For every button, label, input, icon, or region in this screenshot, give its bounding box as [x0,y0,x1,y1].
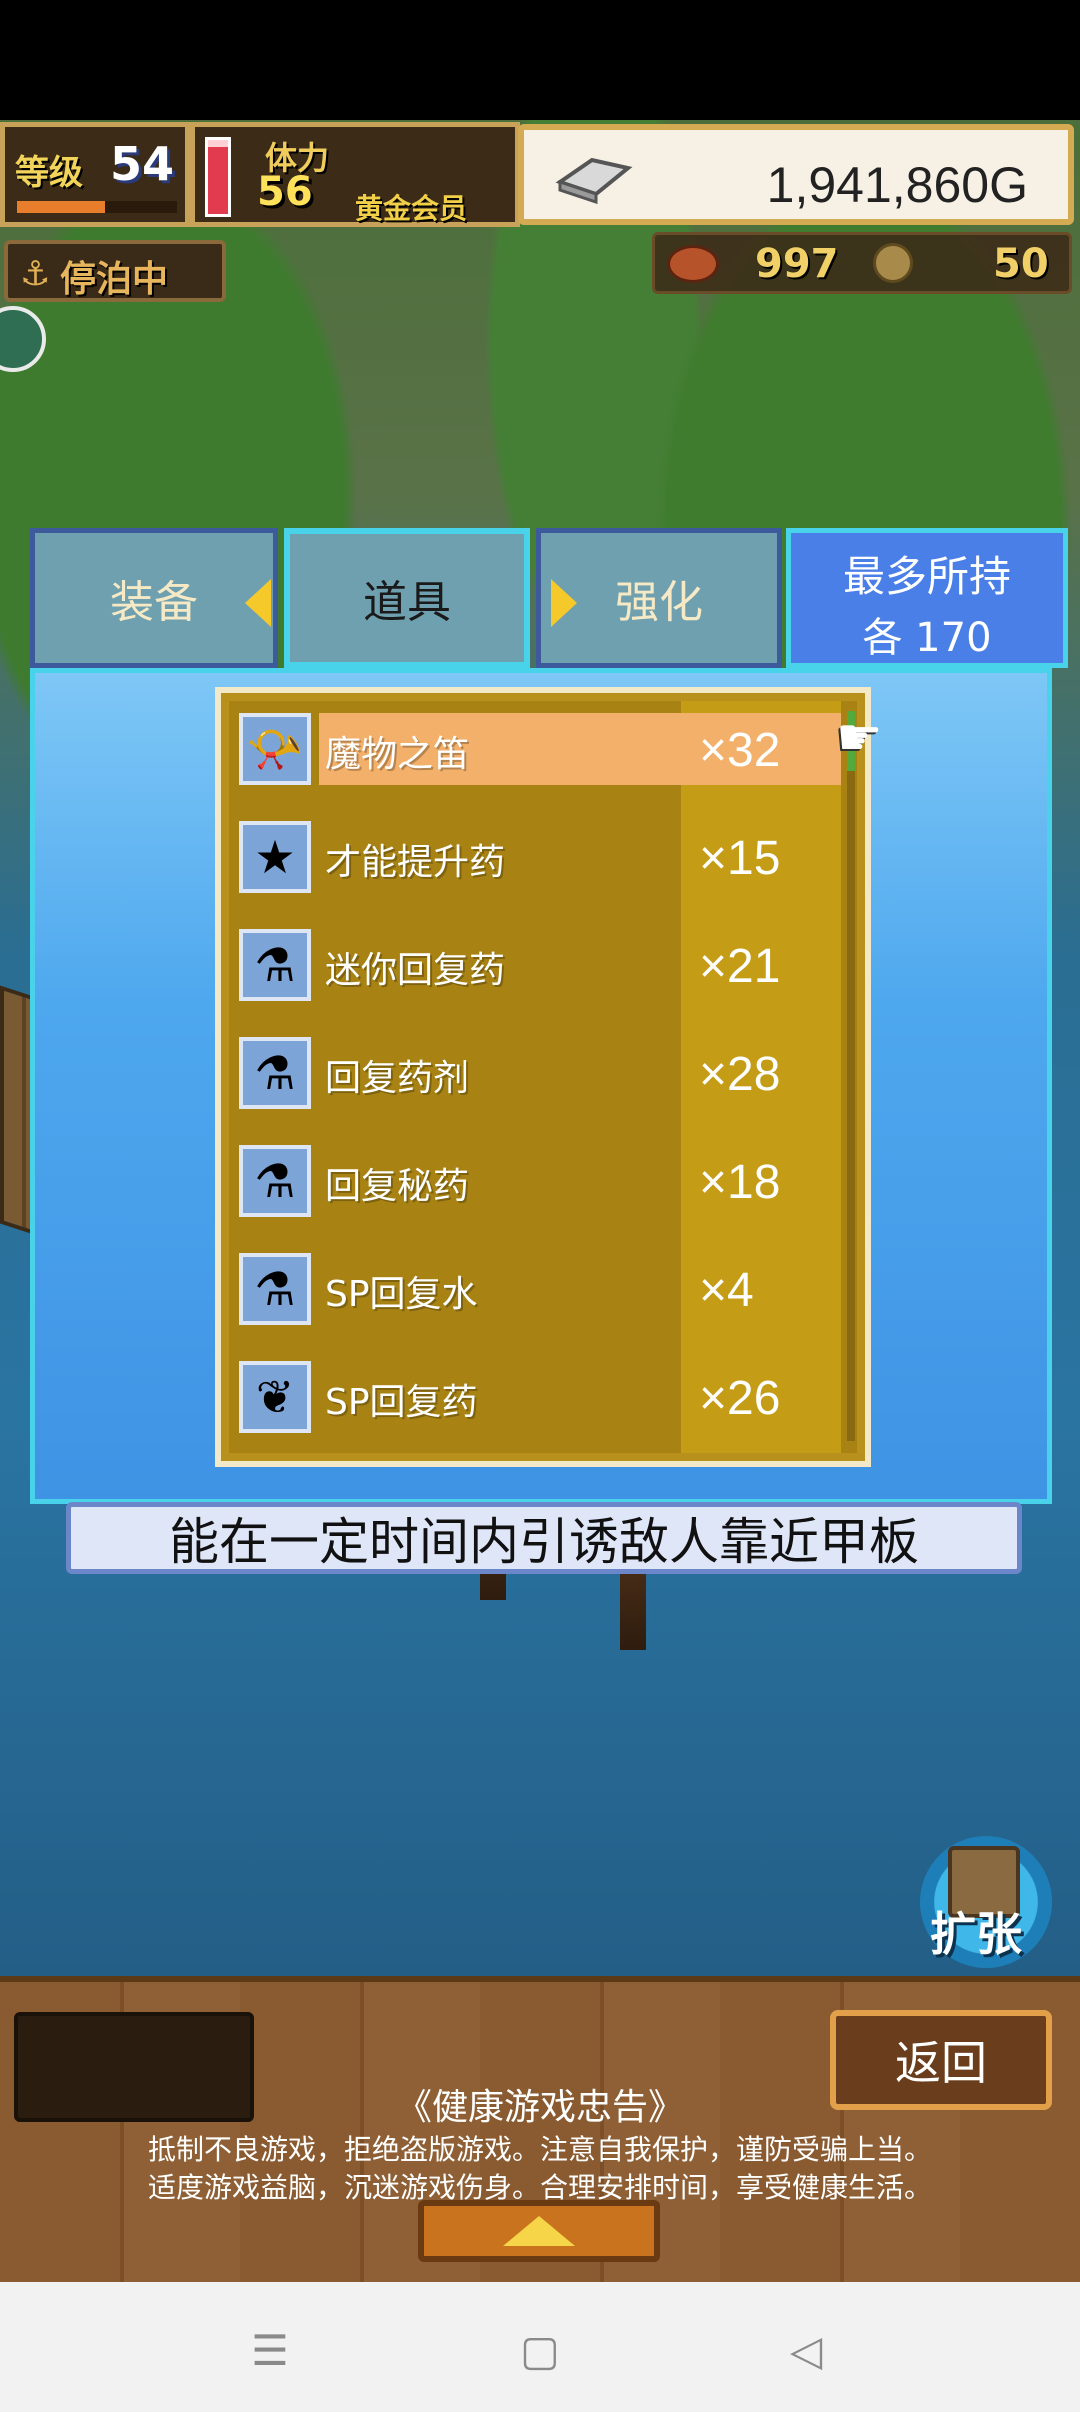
system-nav-bar: ☰ ▢ ◁ [0,2282,1080,2412]
medal-coin-icon [873,243,913,283]
small-potion-icon: ⚗ [239,929,311,1001]
docked-status-badge[interactable]: ⚓ 停泊中 [4,240,226,302]
collapse-up-button[interactable] [418,2200,660,2262]
tab-items[interactable]: 道具 [284,528,530,668]
nav-home-icon[interactable]: ▢ [510,2320,570,2380]
docked-status-label: 停泊中 [60,259,169,300]
money-value: 1,941,860G [766,157,1028,213]
item-name: 回复秘药 [325,1166,470,1207]
level-progress-bar [17,201,177,213]
membership-badge: 黄金会员 [355,192,468,225]
item-row[interactable]: ⚗ 迷你回复药 ×21 [229,917,841,1017]
item-count: ×15 [699,832,781,885]
pointer-hand-icon: ☚ [836,708,883,768]
item-row[interactable]: ⚗ SP回复水 ×4 [229,1241,841,1341]
expand-button[interactable]: 扩张 [920,1836,1052,1968]
arrow-right-icon [551,579,577,627]
stamina-gauge [205,137,231,217]
item-description: 能在一定时间内引诱敌人靠近甲板 [66,1502,1022,1574]
health-advice-title: 《健康游戏忠告》 [395,2087,684,2128]
item-count: ×28 [699,1048,781,1101]
level-panel: 等级 54 [0,122,190,227]
silver-ingot-icon [555,157,633,204]
sp-herb-icon: ❦ [239,1361,311,1433]
nav-back-icon[interactable]: ◁ [776,2320,836,2380]
secret-potion-icon: ⚗ [239,1145,311,1217]
health-advice-line-1: 抵制不良游戏，拒绝盗版游戏。注意自我保护，谨防受骗上当。 [147,2133,932,2166]
potion-icon: ⚗ [239,1037,311,1109]
arrow-up-icon [503,2216,575,2246]
item-list[interactable]: 📯 魔物之笛 ×32 ★ 才能提升药 ×15 ⚗ 迷你回复药 ×21 ⚗ 回复药剂 ×28 ⚗ 回复秘药 ×… [229,701,857,1453]
tab-enhance-label: 强化 [615,577,703,628]
tab-equipment-label: 装备 [110,577,198,628]
item-name: 回复药剂 [325,1058,470,1099]
money-panel: 1,941,860G [518,124,1074,225]
item-name: 才能提升药 [325,842,506,883]
anchor-icon: ⚓ [20,254,51,294]
item-count: ×26 [699,1372,781,1425]
item-row[interactable]: ⚗ 回复药剂 ×28 [229,1025,841,1125]
item-icon-glyph: ⚗ [254,1154,296,1208]
item-icon-glyph: ★ [254,830,296,884]
top-status-strip [0,0,1080,120]
item-count: ×32 [699,724,781,777]
level-progress-fill [17,201,105,213]
flute-icon: 📯 [239,713,311,785]
item-row[interactable]: ★ 才能提升药 ×15 [229,809,841,909]
tab-equipment[interactable]: 装备 [30,528,278,668]
level-value: 54 [110,137,175,191]
food-value: 997 [755,241,839,287]
bottom-panel: 返回 《健康游戏忠告》 抵制不良游戏，拒绝盗版游戏。注意自我保护，谨防受骗上当。… [0,1976,1080,2288]
item-icon-glyph: ⚗ [254,1046,296,1100]
meat-icon [667,245,719,283]
item-icon-glyph: 📯 [246,721,304,776]
item-name: SP回复水 [325,1274,478,1315]
item-name: SP回复药 [325,1382,478,1423]
item-name: 迷你回复药 [325,950,506,991]
star-icon: ★ [239,821,311,893]
item-icon-glyph: ⚗ [254,1262,296,1316]
resource-panel: 997 50 [652,232,1072,294]
max-hold-value: 各 170 [862,615,992,661]
max-hold-info: 最多所持 各 170 [786,528,1068,668]
arrow-left-icon [245,579,271,627]
tab-items-label: 道具 [363,577,451,628]
expand-label: 扩张 [930,1907,1022,1961]
sp-water-icon: ⚗ [239,1253,311,1325]
items-panel: 📯 魔物之笛 ×32 ★ 才能提升药 ×15 ⚗ 迷你回复药 ×21 ⚗ 回复药剂 ×28 ⚗ 回复秘药 ×… [30,668,1052,1504]
stamina-gauge-fill [208,147,228,214]
tab-enhance[interactable]: 强化 [536,528,782,668]
item-list-frame: 📯 魔物之笛 ×32 ★ 才能提升药 ×15 ⚗ 迷你回复药 ×21 ⚗ 回复药剂 ×28 ⚗ 回复秘药 ×… [215,687,871,1467]
scrollbar[interactable] [847,711,855,1441]
item-name: 魔物之笛 [325,734,470,775]
level-label: 等级 [15,153,83,193]
item-count: ×4 [699,1264,754,1317]
stamina-value: 56 [257,169,313,215]
item-row[interactable]: ❦ SP回复药 ×26 [229,1349,841,1449]
item-icon-glyph: ❦ [255,1370,295,1424]
coin-value: 50 [993,241,1049,287]
item-count: ×21 [699,940,781,993]
nav-menu-icon[interactable]: ☰ [240,2320,300,2380]
item-row[interactable]: 📯 魔物之笛 ×32 [229,701,841,801]
max-hold-title: 最多所持 [842,552,1011,601]
item-count: ×18 [699,1156,781,1209]
item-icon-glyph: ⚗ [254,938,296,992]
item-row[interactable]: ⚗ 回复秘药 ×18 [229,1133,841,1233]
stamina-panel: 体力 56 黄金会员 [190,122,520,227]
